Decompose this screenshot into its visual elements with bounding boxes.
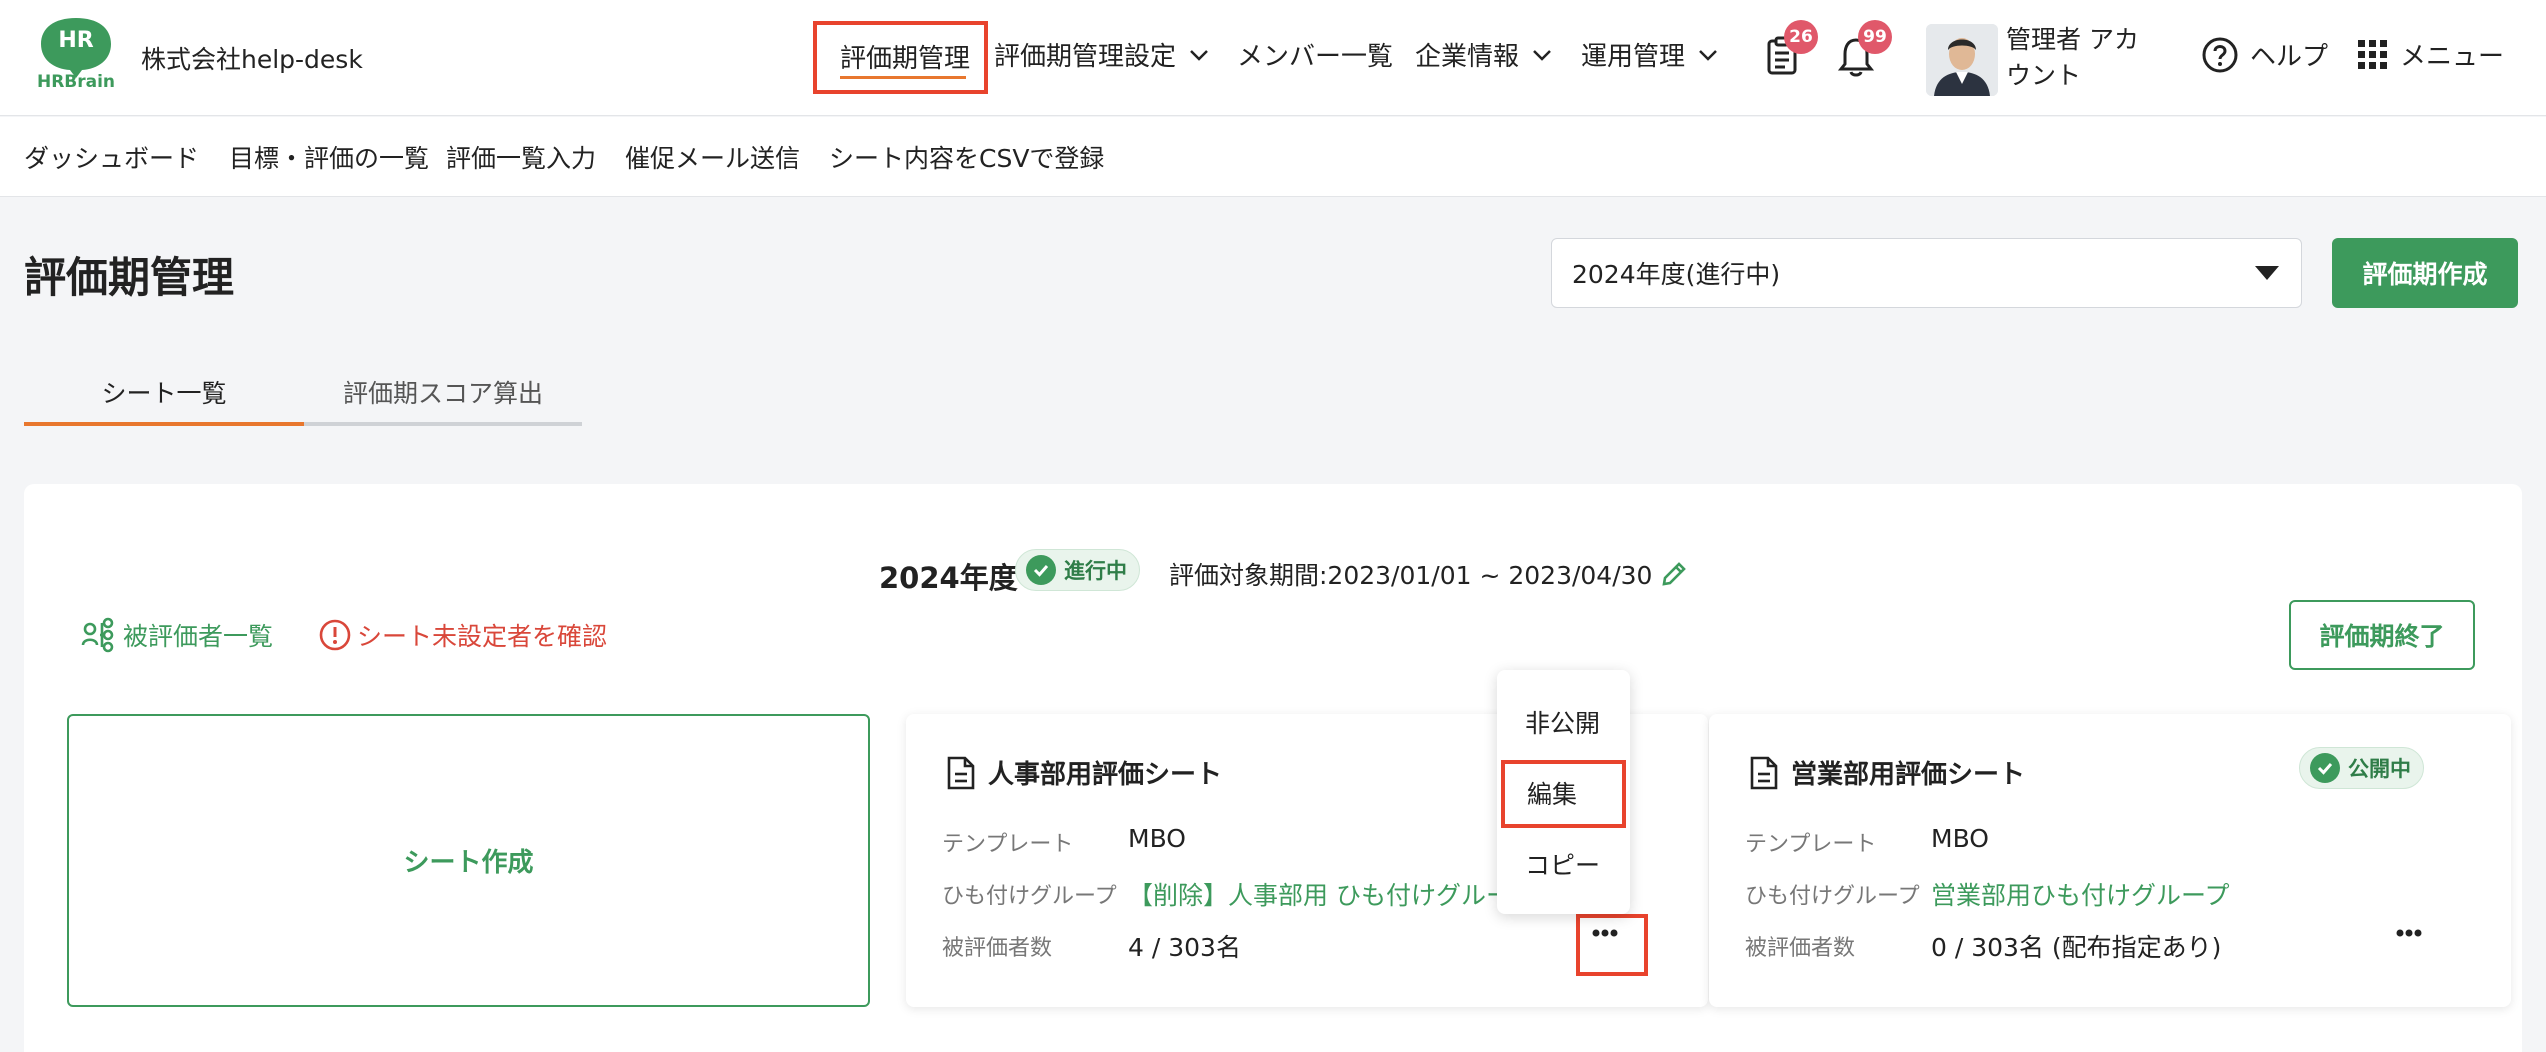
tab-score-calculation[interactable]: 評価期スコア算出 xyxy=(304,374,582,426)
card-title-text: 人事部用評価シート xyxy=(988,760,1223,790)
document-icon xyxy=(947,756,975,789)
avatar[interactable] xyxy=(1926,24,1998,96)
template-value: MBO xyxy=(1128,824,1186,853)
check-icon xyxy=(2310,753,2340,783)
nav-evaluation-settings[interactable]: 評価期管理設定 xyxy=(994,36,1210,73)
grid-menu-icon xyxy=(2358,39,2387,69)
group-link[interactable]: 営業部用ひも付けグループ xyxy=(1931,876,2230,912)
chevron-down-icon xyxy=(1190,49,1208,61)
user-name[interactable]: 管理者 アカウント xyxy=(2006,22,2156,94)
pencil-edit-icon[interactable] xyxy=(1660,560,1688,588)
more-dots-icon xyxy=(2396,929,2422,937)
evaluatee-count-value: 0 / 303名 (配布指定あり) xyxy=(1931,933,2222,962)
people-tree-icon xyxy=(81,617,114,653)
card-title-text: 営業部用評価シート xyxy=(1791,760,2026,790)
subnav-csv-register[interactable]: シート内容をCSVで登録 xyxy=(829,139,1104,175)
card-title[interactable]: 営業部用評価シート xyxy=(1749,754,2025,791)
card-title[interactable]: 人事部用評価シート xyxy=(946,754,1222,791)
status-badge-published: 公開中 xyxy=(2299,747,2424,789)
menu-item-copy[interactable]: コピー xyxy=(1525,846,1600,882)
check-icon xyxy=(1026,555,1056,585)
template-label: テンプレート xyxy=(1745,832,1877,857)
period-range-text: 評価対象期間:2023/01/01 ~ 2023/04/30 xyxy=(1169,561,1653,590)
sheet-create-label: シート作成 xyxy=(403,848,534,878)
create-period-button[interactable]: 評価期作成 xyxy=(2332,238,2518,308)
highlight-box-edit xyxy=(1501,760,1626,828)
hrbrain-logo[interactable]: HR HRBrain xyxy=(36,14,116,96)
evaluatee-count-value: 4 / 303名 xyxy=(1128,933,1241,962)
template-label: テンプレート xyxy=(942,832,1074,857)
caret-down-icon xyxy=(2255,266,2279,280)
nav-label: 企業情報 xyxy=(1415,42,1520,72)
template-value: MBO xyxy=(1931,824,1989,853)
document-icon xyxy=(1750,756,1778,789)
evaluatee-list-link[interactable]: 被評価者一覧 xyxy=(81,617,273,653)
question-circle-icon xyxy=(2202,37,2238,72)
nav-company-info[interactable]: 企業情報 xyxy=(1415,36,1553,73)
tab-label: シート一覧 xyxy=(101,379,227,408)
alert-circle-icon xyxy=(319,619,351,651)
end-period-button[interactable]: 評価期終了 xyxy=(2289,600,2475,670)
tab-label: 評価期スコア算出 xyxy=(342,379,543,408)
menu-label: メニュー xyxy=(2400,42,2505,72)
sub-navigation: ダッシュボード 目標・評価の一覧 評価一覧入力 催促メール送信 シート内容をCS… xyxy=(0,117,2546,197)
subnav-reminder-mail[interactable]: 催促メール送信 xyxy=(625,139,800,175)
group-link[interactable]: 【削除】人事部用 ひも付けグループ xyxy=(1128,876,1534,912)
unassigned-check-label: シート未設定者を確認 xyxy=(357,622,608,651)
more-options-button[interactable] xyxy=(2396,922,2422,937)
period-select[interactable]: 2024年度(進行中) xyxy=(1551,238,2302,308)
group-label: ひも付けグループ xyxy=(942,884,1117,909)
subnav-goals-evaluations[interactable]: 目標・評価の一覧 xyxy=(229,139,429,175)
help-link[interactable]: ヘルプ xyxy=(2202,36,2328,73)
status-badge-in-progress: 進行中 xyxy=(1015,549,1140,591)
subnav-dashboard[interactable]: ダッシュボード xyxy=(24,139,199,175)
evaluatee-count-label: 被評価者数 xyxy=(1745,936,1856,961)
evaluatee-list-label: 被評価者一覧 xyxy=(123,622,274,651)
menu-item-unpublish[interactable]: 非公開 xyxy=(1525,704,1600,740)
sheet-create-card[interactable]: シート作成 xyxy=(67,714,870,1007)
nav-label: メンバー一覧 xyxy=(1237,42,1394,72)
evaluatee-count-label: 被評価者数 xyxy=(942,936,1053,961)
period-select-value: 2024年度(進行中) xyxy=(1572,260,1781,289)
period-year: 2024年度 xyxy=(879,561,1018,595)
status-badge-text: 進行中 xyxy=(1064,559,1127,583)
help-label: ヘルプ xyxy=(2250,42,2329,72)
document-count-badge: 26 xyxy=(1784,20,1818,54)
subnav-evaluation-input[interactable]: 評価一覧入力 xyxy=(446,139,596,175)
page-title: 評価期管理 xyxy=(24,253,235,302)
logo-mark-text: HR xyxy=(58,28,94,53)
evaluation-period-range: 評価対象期間:2023/01/01 ~ 2023/04/30 xyxy=(1169,556,1688,592)
top-header: HR HRBrain 株式会社help-desk 評価期管理 評価期管理設定 メ… xyxy=(0,0,2546,116)
nav-member-list[interactable]: メンバー一覧 xyxy=(1237,36,1393,73)
company-name: 株式会社help-desk xyxy=(141,45,363,74)
chevron-down-icon xyxy=(1699,49,1717,61)
highlight-box-nav xyxy=(813,21,988,94)
highlight-box-more xyxy=(1576,914,1648,976)
unassigned-check-link[interactable]: シート未設定者を確認 xyxy=(319,617,607,653)
notification-count-badge: 99 xyxy=(1858,20,1892,54)
status-badge-text: 公開中 xyxy=(2348,757,2411,781)
nav-operation[interactable]: 運用管理 xyxy=(1581,36,1719,73)
sheet-card-sales: 営業部用評価シート 公開中 テンプレート MBO ひも付けグループ 営業部用ひも… xyxy=(1709,714,2511,1007)
menu-button[interactable]: メニュー xyxy=(2358,36,2504,73)
group-label: ひも付けグループ xyxy=(1745,884,1920,909)
chevron-down-icon xyxy=(1533,49,1551,61)
tab-sheet-list[interactable]: シート一覧 xyxy=(24,374,304,426)
logo-brand-text: HRBrain xyxy=(36,72,116,92)
nav-label: 運用管理 xyxy=(1581,42,1686,72)
nav-label: 評価期管理設定 xyxy=(994,42,1177,72)
